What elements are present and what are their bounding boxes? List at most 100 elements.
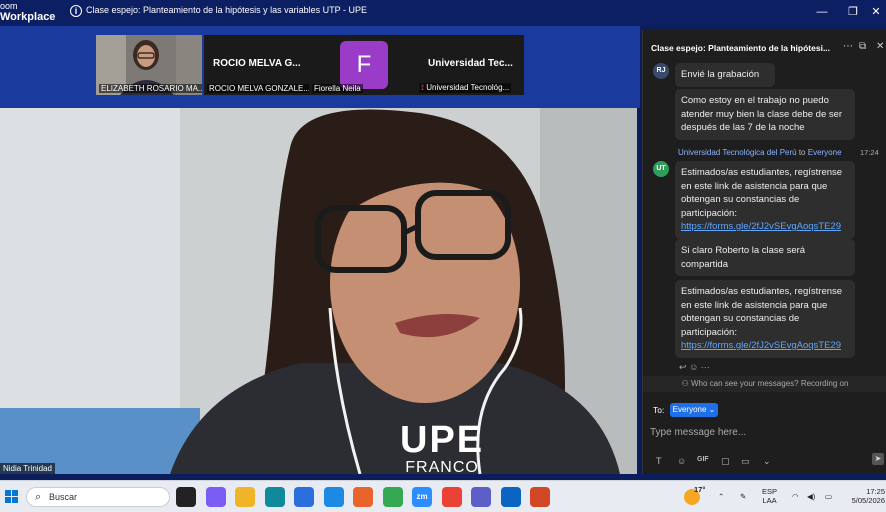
app-brand: oom Workplace [0, 1, 55, 23]
taskbar-app-outlook-icon[interactable] [501, 487, 521, 507]
chat-title: Clase espejo: Planteamiento de la hipóte… [651, 43, 831, 53]
taskbar-app-powerpoint-icon[interactable] [530, 487, 550, 507]
sender-avatar: UT [653, 161, 669, 177]
title-bar: oom Workplace i Clase espejo: Planteamie… [0, 0, 886, 26]
sender-recipient: Everyone [807, 148, 842, 157]
pop-out-icon[interactable]: ⧉ [859, 41, 866, 52]
restore-button[interactable]: ❐ [843, 4, 863, 20]
clock-date: 5/05/2026 [851, 496, 885, 505]
chat-message[interactable]: Estimados/as estudiantes, regístrense en… [675, 280, 855, 358]
clock-time: 17:25 [866, 487, 885, 496]
active-speaker-video[interactable]: Nidia Trinidad [0, 108, 637, 474]
participant-display-name: ROCIO MELVA G... [213, 58, 301, 69]
participant-tile-elizabeth[interactable]: ELIZABETH ROSARIO MA... [96, 35, 202, 95]
taskbar-app-zoom-icon[interactable]: zm [412, 487, 432, 507]
participant-name: ELIZABETH ROSARIO MA... [99, 84, 202, 93]
taskbar-app-copilot-icon[interactable] [206, 487, 226, 507]
muted-mic-icon: ⟟ [421, 83, 424, 92]
wifi-icon[interactable]: ◠ [792, 492, 799, 501]
close-button[interactable]: ✕ [866, 4, 886, 20]
more-actions-button[interactable]: ··· [701, 362, 710, 372]
watermark-franco: FRANCO [405, 459, 479, 476]
participant-name: Fiorella Neila [312, 84, 363, 93]
close-chat-icon[interactable]: ✕ [876, 41, 884, 52]
taskbar-app-chrome-icon[interactable] [383, 487, 403, 507]
participant-display-name: Universidad Tec... [428, 58, 513, 69]
message-link[interactable]: https://forms.gle/2fJ2vSEvgAoqsTE29 [681, 221, 841, 232]
upe-watermark: UPE FRANCO [400, 420, 484, 476]
minimize-button[interactable]: — [812, 4, 832, 20]
taskbar-app-chrome-2-icon[interactable] [442, 487, 462, 507]
taskbar-app-teams-icon[interactable] [471, 487, 491, 507]
message-text: Estimados/as estudiantes, regístrense en… [681, 167, 843, 219]
format-text-icon[interactable]: T [656, 456, 662, 466]
windows-taskbar: ⌕ Buscar zm 17° ⌃ ✎ ESP LAA ◠ ◀) ▭ 17:25… [0, 480, 886, 512]
participant-avatar: F [340, 41, 388, 89]
message-link[interactable]: https://forms.gle/2fJ2vSEvgAoqsTE29 [681, 340, 841, 351]
watermark-upe: UPE [400, 419, 485, 461]
battery-icon[interactable]: ▭ [825, 492, 832, 501]
message-time: 17:24 [860, 148, 879, 157]
gif-icon[interactable]: GIF [697, 456, 709, 463]
weather-temp: 17° [694, 485, 706, 494]
chat-panel: Clase espejo: Planteamiento de la hipóte… [642, 30, 886, 474]
participant-tile-universidad[interactable]: Universidad Tec... ⟟ Universidad Tecnoló… [416, 35, 524, 95]
speaker-video-frame [0, 108, 637, 474]
chat-message[interactable]: Estimados/as estudiantes, regístrense en… [675, 161, 855, 239]
volume-icon[interactable]: ◀) [807, 492, 815, 501]
message-sender-line: Universidad Tecnológica del Perú to Ever… [678, 148, 842, 157]
reply-icon[interactable]: ↩ [679, 362, 687, 372]
privacy-notice[interactable]: ⚇ Who can see your messages? Recording o… [643, 376, 886, 392]
message-text: Envié la grabación [681, 69, 760, 80]
chevron-up-icon[interactable]: ⌃ [718, 492, 724, 501]
to-label: To: [653, 405, 665, 415]
message-text: Como estoy en el trabajo no puedo atende… [681, 95, 843, 133]
clock[interactable]: 17:25 5/05/2026 [845, 487, 885, 505]
language-line1: ESP [762, 487, 778, 496]
sender-to: to [798, 148, 806, 157]
participant-name: Universidad Tecnológ... [426, 83, 510, 92]
windows-start-icon[interactable] [5, 490, 19, 504]
chat-message[interactable]: Envié la grabación [675, 63, 775, 87]
zoom-window: oom Workplace i Clase espejo: Planteamie… [0, 0, 886, 512]
taskbar-app-todo-icon[interactable] [324, 487, 344, 507]
pen-icon[interactable]: ✎ [740, 492, 746, 501]
message-input[interactable] [650, 422, 875, 442]
taskbar-app-edge-icon[interactable] [265, 487, 285, 507]
taskbar-search[interactable]: ⌕ Buscar [26, 487, 170, 507]
send-icon[interactable]: ➤ [872, 453, 884, 465]
chat-header: Clase espejo: Planteamiento de la hipóte… [643, 30, 886, 64]
more-options-icon[interactable]: ⋯ [843, 41, 853, 52]
taskbar-app-file-explorer-icon[interactable] [235, 487, 255, 507]
language-indicator[interactable]: ESP LAA [762, 487, 777, 505]
meeting-info-icon[interactable]: i [70, 5, 82, 17]
chat-message[interactable]: Si claro Roberto la clase será compartid… [675, 239, 855, 276]
sender-name: Universidad Tecnológica del Perú [678, 148, 797, 157]
people-icon: ⚇ [681, 379, 689, 388]
recipient-dropdown[interactable]: Everyone ⌄ [670, 403, 718, 417]
taskbar-app-store-icon[interactable] [294, 487, 314, 507]
participant-tile-fiorella[interactable]: F Fiorella Neila [309, 35, 416, 95]
participant-name: ROCIO MELVA GONZALE... [207, 84, 309, 93]
file-icon[interactable]: ▭ [741, 456, 750, 467]
brand-line2: Workplace [0, 11, 56, 23]
chat-message[interactable]: Como estoy en el trabajo no puedo atende… [675, 89, 855, 140]
sender-avatar: RJ [653, 63, 669, 79]
search-label: Buscar [49, 492, 78, 502]
window-title: Clase espejo: Planteamiento de la hipóte… [86, 5, 367, 15]
search-icon: ⌕ [35, 491, 42, 503]
participant-name-row: ⟟ Universidad Tecnológ... [419, 83, 512, 93]
screenshot-icon[interactable]: ▢ [721, 456, 730, 467]
emoji-reaction-icon[interactable]: ☺ [689, 362, 698, 372]
speaker-name-label: Nidia Trinidad [0, 463, 55, 474]
privacy-text: Who can see your messages? Recording on [690, 379, 849, 388]
message-text: Si claro Roberto la clase será compartid… [681, 245, 806, 270]
language-line2: LAA [762, 496, 777, 505]
message-text: Estimados/as estudiantes, regístrense en… [681, 286, 843, 338]
message-reactions: ↩ ☺ ··· [679, 362, 710, 373]
more-tools-chevron-icon[interactable]: ⌄ [763, 456, 771, 467]
emoji-icon[interactable]: ☺ [677, 456, 686, 466]
taskbar-app-task-view-icon[interactable] [176, 487, 196, 507]
participant-tile-rocio[interactable]: ROCIO MELVA G... ROCIO MELVA GONZALE... [204, 35, 309, 95]
taskbar-app-firefox-icon[interactable] [353, 487, 373, 507]
